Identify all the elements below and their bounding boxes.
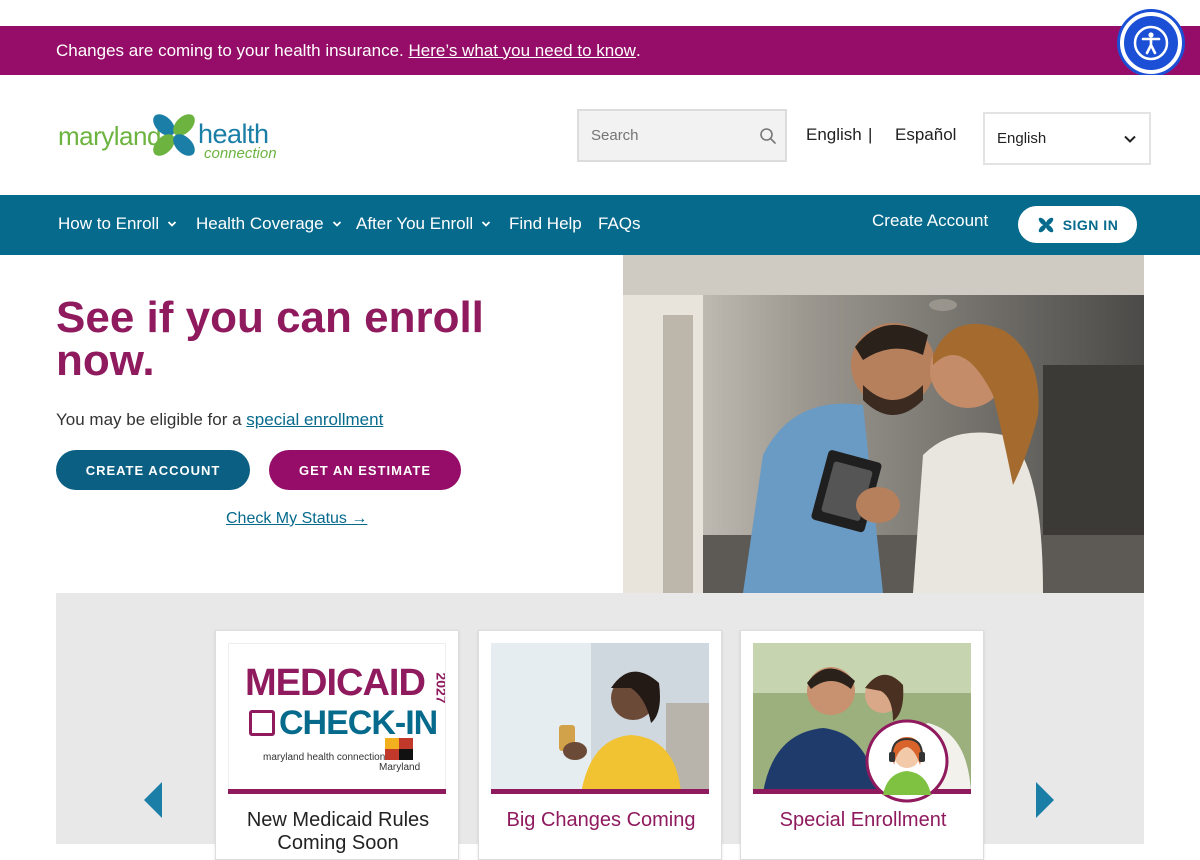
special-enrollment-link[interactable]: special enrollment: [246, 410, 383, 429]
accessibility-button[interactable]: [1120, 12, 1182, 74]
sign-in-label: SIGN IN: [1062, 216, 1119, 233]
search-box[interactable]: [577, 109, 787, 162]
alert-trail: .: [635, 40, 641, 60]
carousel-next-arrow-icon[interactable]: [1034, 781, 1056, 819]
news-card-special-enrollment[interactable]: Special Enrollment: [740, 630, 984, 860]
nav-item-label: Health Coverage: [196, 214, 324, 233]
nav-item-label: FAQs: [598, 214, 641, 233]
search-input[interactable]: [591, 127, 751, 144]
card-accent-bar: [228, 789, 446, 794]
hero-subtitle: You may be eligible for a special enroll…: [56, 410, 383, 430]
maryland-flag-icon: [385, 738, 413, 760]
card-title[interactable]: Big Changes Coming: [479, 809, 723, 832]
language-select-value: English: [997, 130, 1047, 147]
nav-item-health-coverage[interactable]: Health Coverage: [196, 214, 342, 234]
lang-link-espanol[interactable]: Español: [895, 125, 956, 145]
medicaid-graphic-state: Maryland: [379, 762, 421, 773]
language-select[interactable]: English: [983, 112, 1151, 165]
medicaid-graphic-brand: maryland health connection: [263, 752, 386, 763]
lang-link-english[interactable]: English: [806, 125, 862, 145]
medicaid-graphic-year: 2027: [433, 672, 446, 704]
medicaid-checkin-graphic: MEDICAID 2027 CHECK-IN maryland health c…: [228, 643, 446, 793]
site-logo[interactable]: maryland health connection: [56, 107, 306, 163]
hero-photo-couple: [623, 255, 1144, 593]
alert-link[interactable]: Here’s what you need to know: [409, 41, 636, 61]
site-header: maryland health connection English | Esp…: [0, 75, 1200, 195]
medicaid-graphic-line1: MEDICAID: [245, 662, 426, 704]
create-account-button[interactable]: CREATE ACCOUNT: [56, 450, 250, 490]
chevron-down-icon: [332, 221, 341, 227]
main-nav: How to Enroll Health Coverage After You …: [0, 195, 1200, 255]
create-account-link[interactable]: Create Account: [872, 211, 988, 231]
card-title[interactable]: New Medicaid Rules Coming Soon: [216, 809, 460, 855]
medicaid-graphic-line2: CHECK-IN: [279, 704, 438, 742]
news-card-big-changes[interactable]: Big Changes Coming: [478, 630, 722, 860]
card-accent-bar: [491, 789, 709, 794]
logo-word-connection: connection: [204, 145, 277, 162]
alert-bar: Changes are coming to your health insura…: [0, 26, 1200, 75]
news-card-medicaid[interactable]: MEDICAID 2027 CHECK-IN maryland health c…: [215, 630, 459, 860]
check-icon: [249, 710, 275, 736]
nav-item-label: Find Help: [509, 214, 582, 233]
alert-text: Changes are coming to your health insura…: [56, 40, 404, 60]
chevron-down-icon: [167, 221, 177, 227]
nav-item-find-help[interactable]: Find Help: [509, 214, 582, 234]
chevron-down-icon: [1124, 135, 1136, 143]
hero-title: See if you can enroll now.: [56, 293, 484, 385]
nav-item-faqs[interactable]: FAQs: [598, 214, 641, 234]
hero-subtitle-text: You may be eligible for a: [56, 410, 242, 429]
nav-item-after-you-enroll[interactable]: After You Enroll: [356, 214, 491, 234]
carousel-prev-arrow-icon[interactable]: [142, 781, 164, 819]
get-estimate-button[interactable]: GET AN ESTIMATE: [269, 450, 461, 490]
support-agent-icon: [865, 719, 949, 803]
lang-separator: |: [868, 125, 873, 144]
logo-flower-icon: [1038, 217, 1053, 232]
nav-item-how-to-enroll[interactable]: How to Enroll: [58, 214, 177, 234]
check-status-link[interactable]: Check My Status →: [226, 510, 367, 528]
sign-in-button[interactable]: SIGN IN: [1018, 206, 1137, 243]
card-title[interactable]: Special Enrollment: [741, 809, 985, 832]
nav-item-label: How to Enroll: [58, 214, 160, 233]
news-carousel: MEDICAID 2027 CHECK-IN maryland health c…: [56, 593, 1144, 860]
logo-word-maryland: maryland: [58, 121, 161, 151]
logo-flower-icon: [153, 114, 195, 156]
search-icon[interactable]: [759, 127, 777, 145]
accessibility-icon: [1133, 25, 1169, 61]
chevron-down-icon: [482, 221, 491, 227]
nav-item-label: After You Enroll: [356, 214, 474, 233]
card-photo-woman-phone: [491, 643, 709, 793]
